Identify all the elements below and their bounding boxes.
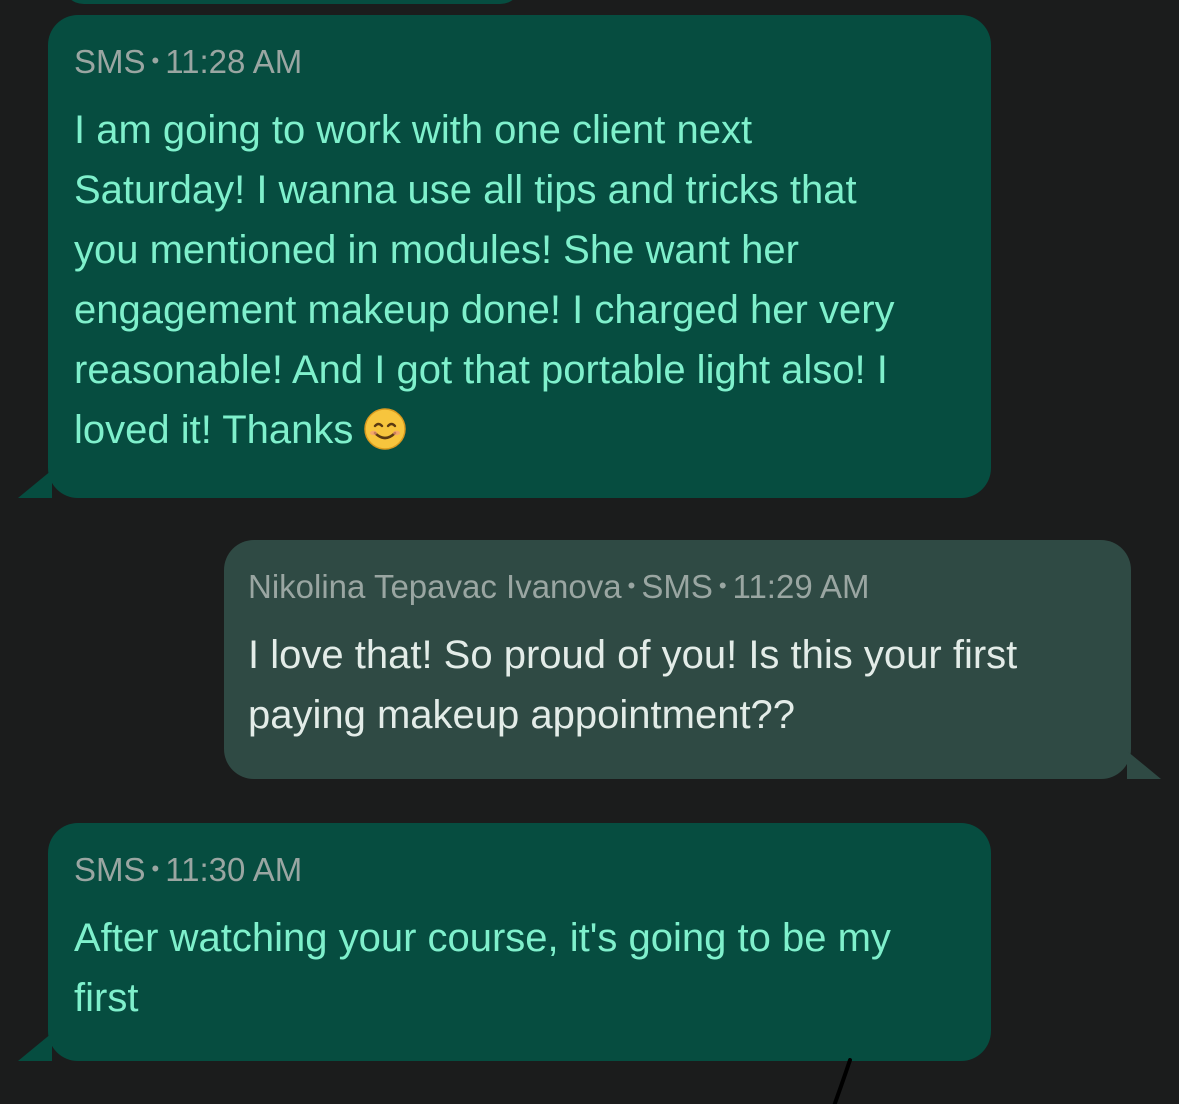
message-text: I am going to work with one client next … <box>74 100 965 460</box>
message-channel: SMS <box>641 568 713 605</box>
meta-separator: • <box>627 573 636 598</box>
bubble-tail <box>1127 751 1161 779</box>
meta-separator: • <box>151 48 160 73</box>
message-meta: Nikolina Tepavac Ivanova • SMS • 11:29 AM <box>248 566 1107 607</box>
previous-message-bubble-edge[interactable] <box>62 0 522 4</box>
message-text: After watching your course, it's going t… <box>74 916 891 1020</box>
message-meta: SMS • 11:28 AM <box>74 41 965 82</box>
message-time: 11:30 AM <box>165 851 303 888</box>
smiling-face-icon <box>364 408 407 450</box>
message-bubble-outgoing[interactable]: Nikolina Tepavac Ivanova • SMS • 11:29 AM I … <box>224 540 1161 779</box>
message-time: 11:28 AM <box>165 43 303 80</box>
message-meta: SMS • 11:30 AM <box>74 849 965 890</box>
message-time: 11:29 AM <box>732 568 870 605</box>
message-text-content: I am going to work with one client next … <box>74 108 895 452</box>
message-bubble-incoming[interactable]: SMS • 11:30 AM After watching your course,… <box>18 823 991 1061</box>
bubble-tail <box>18 470 52 498</box>
message-channel: SMS <box>74 43 146 80</box>
bubble-tail <box>18 1033 52 1061</box>
message-thread: SMS • 11:28 AM I am going to work with one… <box>0 0 1179 1104</box>
message-bubble-incoming[interactable]: SMS • 11:28 AM I am going to work with one… <box>18 15 991 498</box>
message-sender: Nikolina Tepavac Ivanova <box>248 568 622 605</box>
message-text: I love that! So proud of you! Is this yo… <box>248 633 1018 737</box>
scroll-handle-icon[interactable] <box>820 1058 860 1104</box>
meta-separator: • <box>718 573 727 598</box>
message-channel: SMS <box>74 851 146 888</box>
meta-separator: • <box>151 856 160 881</box>
